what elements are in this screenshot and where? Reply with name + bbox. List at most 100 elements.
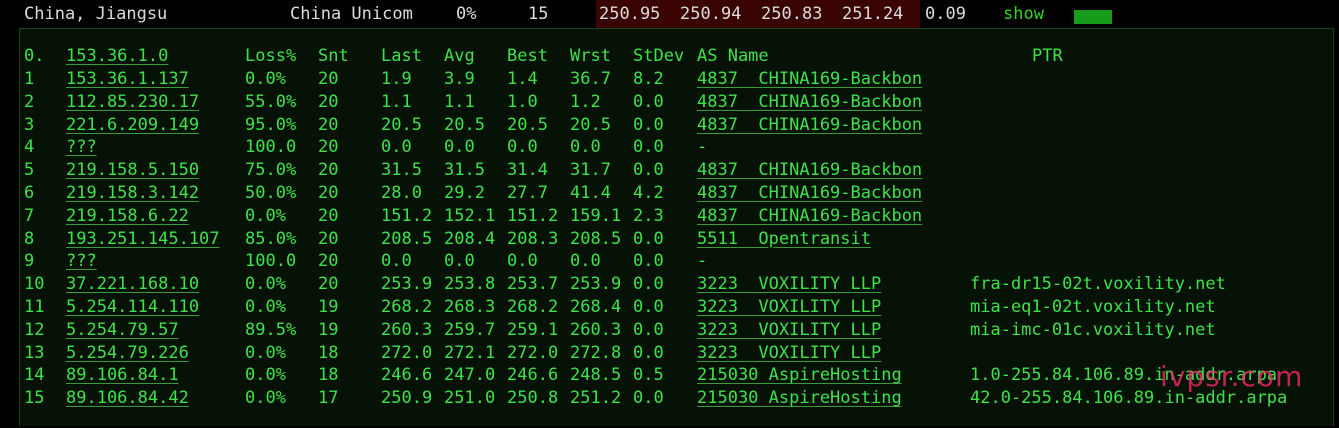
hop-stdev: 0.0 xyxy=(633,342,664,363)
hop-host-link[interactable]: 219.158.5.150 xyxy=(66,160,199,180)
header-last: Last xyxy=(381,46,422,66)
hop-index: 1 xyxy=(24,69,35,89)
hop-worst: 268.4 xyxy=(570,297,622,317)
hop-loss: 55.0% xyxy=(245,91,297,112)
hop-sent: 20 xyxy=(318,91,339,112)
hop-index: 11 xyxy=(24,297,45,317)
hop-avg: 0.0 xyxy=(444,251,475,272)
hop-host-link[interactable]: 5.254.79.57 xyxy=(66,320,179,340)
hop-as-link[interactable]: 3223 VOXILITY LLP xyxy=(697,320,881,340)
hop-as-link[interactable]: 215030 AspireHosting xyxy=(697,388,902,408)
hop-host-link[interactable]: 219.158.6.22 xyxy=(66,206,189,226)
hop-as-link[interactable]: 4837 CHINA169-Backbon xyxy=(697,183,922,203)
hop-host-link[interactable]: 221.6.209.149 xyxy=(66,115,199,135)
hop-host-link[interactable]: 153.36.1.137 xyxy=(66,69,189,89)
hop-sent: 20 xyxy=(318,137,339,158)
hop-stdev: 0.0 xyxy=(633,274,664,295)
hop-stdev: 0.0 xyxy=(633,228,664,249)
hop-worst: 31.7 xyxy=(570,160,611,181)
hop-as-link[interactable]: 4837 CHINA169-Backbon xyxy=(697,115,922,135)
show-toggle-link[interactable]: show xyxy=(1003,5,1044,23)
hop-sent: 20 xyxy=(318,274,339,295)
hop-avg: 20.5 xyxy=(444,114,485,135)
hop-avg: 152.1 xyxy=(444,205,496,226)
stdev-value: 0.09 xyxy=(925,4,966,24)
hop-loss: 100.0 xyxy=(245,137,297,158)
header-index: 0. xyxy=(24,46,45,66)
hop-index: 9 xyxy=(24,251,35,272)
hop-stdev: 0.0 xyxy=(633,388,664,409)
hop-stdev: 0.0 xyxy=(633,160,664,181)
header-avg: Avg xyxy=(444,46,475,66)
hop-as-link[interactable]: 5511 Opentransit xyxy=(697,229,871,249)
best-value: 250.83 xyxy=(761,4,823,24)
isp-label: China Unicom xyxy=(290,4,413,24)
hop-sent: 20 xyxy=(318,205,339,226)
header-host-link[interactable]: 153.36.1.0 xyxy=(66,46,168,66)
hop-host-link[interactable]: 89.106.84.42 xyxy=(66,388,189,408)
hop-sent: 20 xyxy=(318,160,339,181)
hop-host-link[interactable]: 219.158.3.142 xyxy=(66,183,199,203)
hop-best: 20.5 xyxy=(507,114,548,135)
hop-as-link[interactable]: 4837 CHINA169-Backbon xyxy=(697,69,922,89)
hop-as-link: - xyxy=(697,137,708,158)
hop-last: 253.9 xyxy=(381,274,433,295)
hop-as-link[interactable]: 215030 AspireHosting xyxy=(697,365,902,385)
hop-host-link[interactable]: 112.85.230.17 xyxy=(66,92,199,112)
hop-sent: 17 xyxy=(318,388,339,409)
hop-stdev: 4.2 xyxy=(633,183,664,203)
hop-host-link[interactable]: ??? xyxy=(66,251,97,271)
hop-as-link[interactable]: 3223 VOXILITY LLP xyxy=(697,274,881,294)
hop-last: 268.2 xyxy=(381,297,433,317)
hop-worst: 1.2 xyxy=(570,91,601,112)
hop-index: 8 xyxy=(24,228,35,249)
hop-host-link[interactable]: 37.221.168.10 xyxy=(66,274,199,294)
result-summary-bar: China, Jiangsu China Unicom 0% 15 250.95… xyxy=(0,0,1339,28)
hop-as-link[interactable]: 4837 CHINA169-Backbon xyxy=(697,206,922,226)
hop-host-link[interactable]: 89.106.84.1 xyxy=(66,365,179,385)
hop-loss: 0.0% xyxy=(245,297,286,317)
last-value: 250.95 xyxy=(599,4,661,24)
hop-host-link[interactable]: 193.251.145.107 xyxy=(66,229,220,249)
hop-as-link[interactable]: 3223 VOXILITY LLP xyxy=(697,343,881,363)
hop-stdev: 0.0 xyxy=(633,114,664,135)
hop-loss: 0.0% xyxy=(245,388,286,409)
hop-last: 151.2 xyxy=(381,205,433,226)
hop-as-link[interactable]: 4837 CHINA169-Backbon xyxy=(697,92,922,112)
header-stdev: StDev xyxy=(633,46,685,66)
hop-index: 4 xyxy=(24,137,35,158)
sent-value: 15 xyxy=(528,4,549,24)
hop-index: 2 xyxy=(24,91,35,112)
hop-loss: 95.0% xyxy=(245,114,297,135)
hop-host-link[interactable]: 5.254.114.110 xyxy=(66,297,199,317)
hop-best: 1.0 xyxy=(507,91,538,112)
hop-last: 272.0 xyxy=(381,342,433,363)
hop-worst: 208.5 xyxy=(570,228,622,249)
hop-loss: 50.0% xyxy=(245,183,297,203)
hop-as-link[interactable]: 3223 VOXILITY LLP xyxy=(697,297,881,317)
hop-stdev: 0.0 xyxy=(633,297,664,317)
loss-value: 0% xyxy=(456,4,477,24)
worst-value: 251.24 xyxy=(842,4,904,24)
hop-host-link[interactable]: 5.254.79.226 xyxy=(66,343,189,363)
location-label: China, Jiangsu xyxy=(24,4,168,24)
hop-as-link[interactable]: 4837 CHINA169-Backbon xyxy=(697,160,922,180)
hop-best: 27.7 xyxy=(507,183,548,203)
hop-index: 12 xyxy=(24,319,45,340)
hop-best: 1.4 xyxy=(507,69,538,89)
hop-index: 15 xyxy=(24,388,45,409)
hop-index: 10 xyxy=(24,274,45,295)
hop-avg: 247.0 xyxy=(444,365,496,386)
hop-best: 208.3 xyxy=(507,228,559,249)
hop-last: 20.5 xyxy=(381,114,422,135)
hop-worst: 20.5 xyxy=(570,114,611,135)
hop-host-link[interactable]: ??? xyxy=(66,137,97,157)
hop-worst: 251.2 xyxy=(570,388,622,409)
status-bar xyxy=(1074,10,1112,24)
hop-stdev: 0.0 xyxy=(633,91,664,112)
header-loss: Loss% xyxy=(245,46,297,66)
hop-index: 3 xyxy=(24,114,35,135)
hop-index: 14 xyxy=(24,365,45,386)
hop-sent: 18 xyxy=(318,342,339,363)
header-wrst: Wrst xyxy=(570,46,611,66)
